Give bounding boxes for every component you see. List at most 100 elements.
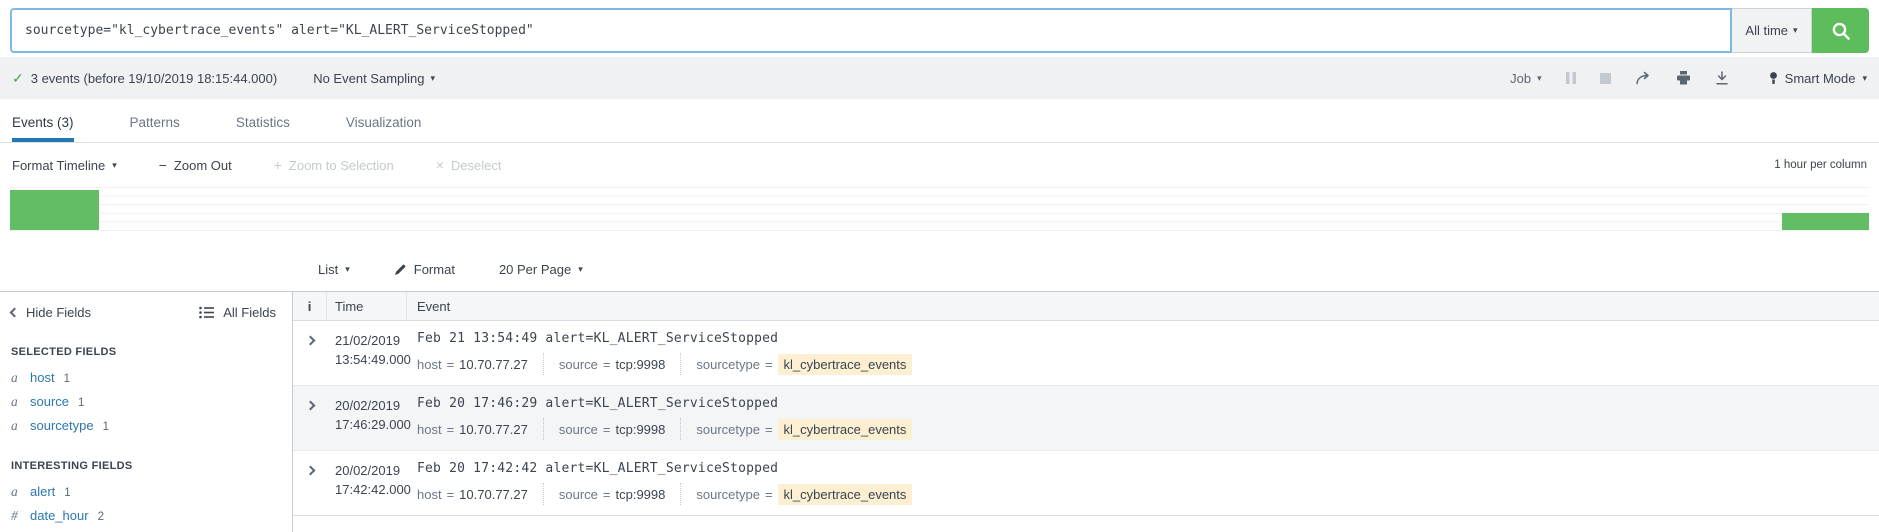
export-icon[interactable] [1715, 71, 1729, 85]
equals-sign: = [446, 356, 455, 372]
search-button[interactable] [1812, 8, 1869, 53]
string-field-icon: a [11, 417, 18, 433]
caret-down-icon: ▾ [1537, 72, 1542, 83]
format-results-button[interactable]: Format [394, 262, 455, 277]
string-field-icon: a [11, 393, 18, 409]
event-field-source: source = tcp:9998 [542, 418, 665, 440]
string-field-icon: a [11, 483, 18, 499]
event-timeline-chart [10, 185, 1869, 232]
tab-events[interactable]: Events (3) [12, 99, 74, 142]
all-fields-button[interactable]: All Fields [199, 305, 276, 320]
caret-down-icon: ▾ [1793, 25, 1798, 35]
event-field-host: host = 10.70.77.27 [417, 356, 528, 372]
search-bar: All time ▾ [0, 0, 1879, 53]
tab-patterns[interactable]: Patterns [130, 99, 180, 142]
search-icon [1830, 20, 1852, 42]
caret-down-icon: ▾ [112, 159, 117, 170]
fields-sidebar: Hide Fields All Fields SELECTED FIELDS a… [0, 292, 293, 532]
column-header-event: Event [417, 298, 451, 314]
list-view-dropdown[interactable]: List ▾ [318, 262, 350, 277]
job-status-bar: ✓ 3 events (before 19/10/2019 18:15:44.0… [0, 57, 1879, 99]
expand-event-icon[interactable] [305, 400, 315, 411]
equals-sign: = [602, 486, 611, 502]
event-raw-text[interactable]: Feb 20 17:46:29 alert=KL_ALERT_ServiceSt… [417, 396, 1879, 411]
results-controls: List ▾ Format 20 Per Page ▾ [0, 232, 1879, 291]
print-icon[interactable] [1676, 71, 1691, 85]
job-done-check-icon: ✓ [12, 69, 24, 86]
equals-sign: = [602, 421, 611, 437]
list-icon [199, 306, 215, 319]
field-item-alert[interactable]: a alert 1 [11, 481, 292, 502]
field-item-date-hour[interactable]: # date_hour 2 [11, 505, 292, 526]
event-sampling-dropdown[interactable]: No Event Sampling ▾ [313, 71, 435, 86]
highlighted-value[interactable]: kl_cybertrace_events [777, 483, 913, 505]
zoom-out-button[interactable]: − Zoom Out [159, 157, 232, 173]
lightbulb-icon [1769, 71, 1778, 86]
results-tabs: Events (3) Patterns Statistics Visualiza… [0, 99, 1879, 143]
hide-fields-button[interactable]: Hide Fields [9, 305, 92, 320]
hide-fields-label: Hide Fields [26, 305, 92, 320]
timeline-controls: Format Timeline ▾ − Zoom Out + Zoom to S… [0, 143, 1879, 181]
search-mode-selector[interactable]: Smart Mode ▾ [1769, 71, 1867, 86]
share-icon[interactable] [1635, 71, 1652, 85]
string-field-icon: a [11, 369, 18, 385]
interesting-fields-header: INTERESTING FIELDS [11, 460, 133, 472]
tab-statistics[interactable]: Statistics [236, 99, 290, 142]
caret-down-icon: ▾ [430, 72, 436, 83]
chevron-left-icon [9, 307, 20, 318]
field-item-sourcetype[interactable]: a sourcetype 1 [11, 415, 292, 436]
event-field-sourcetype: sourcetype = kl_cybertrace_events [680, 483, 913, 505]
minus-icon: − [158, 157, 167, 173]
selected-fields-header: SELECTED FIELDS [11, 346, 117, 358]
caret-down-icon: ▾ [578, 264, 583, 274]
plus-icon: + [273, 157, 282, 173]
deselect-label: Deselect [450, 157, 502, 173]
tab-visualization[interactable]: Visualization [346, 99, 422, 142]
zoom-to-selection-button: + Zoom to Selection [274, 157, 394, 173]
expand-event-icon[interactable] [305, 465, 315, 476]
search-input[interactable] [10, 8, 1732, 53]
equals-sign: = [764, 486, 773, 502]
pencil-icon [394, 263, 407, 276]
event-sampling-label: No Event Sampling [313, 70, 425, 86]
column-header-time: Time [327, 292, 407, 320]
field-item-host[interactable]: a host 1 [11, 367, 292, 388]
highlighted-value[interactable]: kl_cybertrace_events [777, 353, 913, 375]
format-timeline-dropdown[interactable]: Format Timeline ▾ [12, 158, 117, 173]
per-page-label: 20 Per Page [498, 262, 572, 277]
all-fields-label: All Fields [223, 305, 276, 320]
table-row: 20/02/2019 17:42:42.000 Feb 20 17:42:42 … [293, 450, 1879, 516]
format-results-label: Format [413, 262, 455, 277]
timeline-bar[interactable] [10, 190, 99, 230]
pause-job-icon[interactable] [1565, 72, 1576, 84]
timeline-bar[interactable] [1782, 213, 1869, 230]
event-field-host: host = 10.70.77.27 [417, 486, 528, 502]
timeline-scale-label: 1 hour per column [1774, 159, 1867, 171]
equals-sign: = [446, 486, 455, 502]
event-raw-text[interactable]: Feb 20 17:42:42 alert=KL_ALERT_ServiceSt… [417, 461, 1879, 476]
caret-down-icon: ▾ [1862, 72, 1867, 83]
event-fields: host = 10.70.77.27 source = tcp:9998 sou… [417, 483, 1879, 505]
equals-sign: = [764, 421, 773, 437]
format-timeline-label: Format Timeline [12, 157, 106, 173]
per-page-dropdown[interactable]: 20 Per Page ▾ [499, 262, 583, 277]
field-item-source[interactable]: a source 1 [11, 391, 292, 412]
job-menu[interactable]: Job ▾ [1510, 71, 1542, 86]
equals-sign: = [602, 356, 611, 372]
event-time: 20/02/2019 17:42:42.000 [335, 463, 411, 497]
close-icon: × [435, 157, 444, 173]
deselect-button: × Deselect [436, 157, 502, 173]
event-time: 20/02/2019 17:46:29.000 [335, 398, 411, 432]
expand-event-icon[interactable] [305, 335, 315, 346]
caret-down-icon: ▾ [345, 264, 350, 274]
result-summary: 3 events (before 19/10/2019 18:15:44.000… [30, 70, 278, 86]
event-field-source: source = tcp:9998 [542, 353, 665, 375]
event-field-sourcetype: sourcetype = kl_cybertrace_events [680, 353, 913, 375]
event-field-sourcetype: sourcetype = kl_cybertrace_events [680, 418, 913, 440]
time-range-picker[interactable]: All time ▾ [1732, 8, 1812, 53]
event-raw-text[interactable]: Feb 21 13:54:49 alert=KL_ALERT_ServiceSt… [417, 331, 1879, 346]
stop-job-icon[interactable] [1599, 72, 1611, 84]
event-time: 21/02/2019 13:54:49.000 [335, 333, 411, 367]
highlighted-value[interactable]: kl_cybertrace_events [777, 418, 913, 440]
event-fields: host = 10.70.77.27 source = tcp:9998 sou… [417, 418, 1879, 440]
